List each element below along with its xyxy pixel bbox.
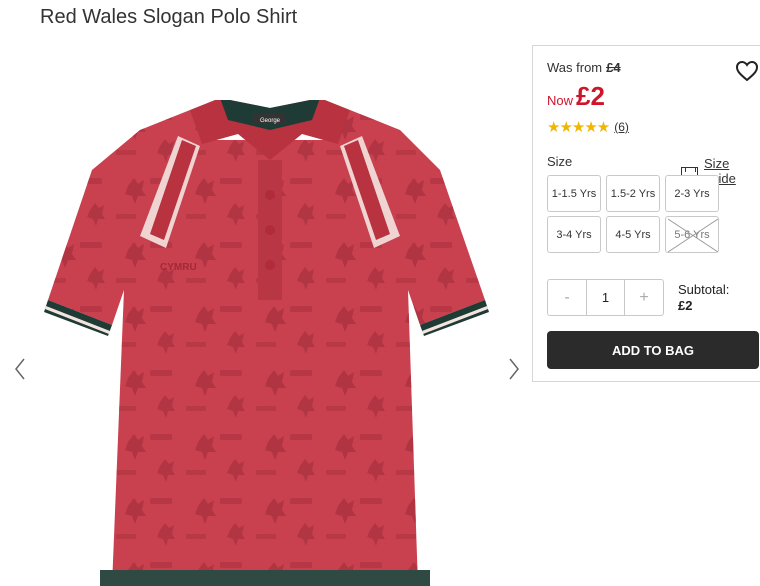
- size-option-label: 1.5-2 Yrs: [610, 187, 656, 200]
- size-option[interactable]: 2-3 Yrs: [665, 175, 719, 212]
- was-price-row: Was from £4: [547, 60, 621, 75]
- product-title: Red Wales Slogan Polo Shirt: [40, 6, 298, 28]
- size-option-label: 2-3 Yrs: [674, 187, 710, 200]
- size-option[interactable]: 1.5-2 Yrs: [606, 175, 660, 212]
- unavailable-cross-icon: [667, 218, 719, 253]
- wishlist-button[interactable]: [735, 60, 759, 82]
- review-count-link[interactable]: (6): [614, 120, 629, 134]
- size-option-out-of-stock[interactable]: 5-6 Yrs: [665, 216, 719, 253]
- product-image: George CYMRU: [44, 100, 489, 586]
- size-label: Size: [547, 154, 573, 169]
- size-option-label: 4-5 Yrs: [615, 228, 651, 241]
- now-price: £2: [576, 81, 605, 111]
- was-label: Was from: [547, 60, 603, 75]
- size-option[interactable]: 1-1.5 Yrs: [547, 175, 601, 212]
- subtotal-label: Subtotal:: [678, 282, 730, 297]
- quantity-decrease-button[interactable]: -: [548, 280, 586, 315]
- now-price-row: Now £2: [547, 81, 605, 112]
- size-option[interactable]: 3-4 Yrs: [547, 216, 601, 253]
- subtotal-amount: £2: [678, 298, 693, 313]
- chevron-left-icon: [15, 358, 25, 380]
- rating: ★★★★★ (6): [547, 118, 629, 136]
- was-price: £4: [606, 60, 621, 75]
- quantity-input[interactable]: 1: [586, 280, 625, 315]
- size-options: 1-1.5 Yrs 1.5-2 Yrs 2-3 Yrs 3-4 Yrs 4-5 …: [547, 175, 723, 253]
- chevron-right-icon: [509, 358, 519, 380]
- subtotal: Subtotal: £2: [678, 282, 729, 314]
- star-rating-icon: ★★★★★: [547, 119, 610, 136]
- quantity-stepper: - 1 +: [547, 279, 664, 316]
- now-label: Now: [547, 93, 574, 108]
- print-text: CYMRU: [160, 262, 197, 273]
- product-gallery: George CYMRU: [0, 40, 532, 586]
- purchase-panel: Was from £4 Now £2 ★★★★★ (6) Size Size gui…: [532, 45, 760, 382]
- heart-icon: [735, 60, 759, 82]
- quantity-increase-button[interactable]: +: [625, 280, 663, 315]
- size-option[interactable]: 4-5 Yrs: [606, 216, 660, 253]
- gallery-next-button[interactable]: [504, 356, 524, 382]
- size-option-label: 3-4 Yrs: [556, 228, 592, 241]
- size-option-label: 1-1.5 Yrs: [551, 187, 597, 200]
- gallery-prev-button[interactable]: [10, 356, 30, 382]
- brand-label: George: [260, 118, 281, 124]
- add-to-bag-button[interactable]: ADD TO BAG: [547, 331, 759, 369]
